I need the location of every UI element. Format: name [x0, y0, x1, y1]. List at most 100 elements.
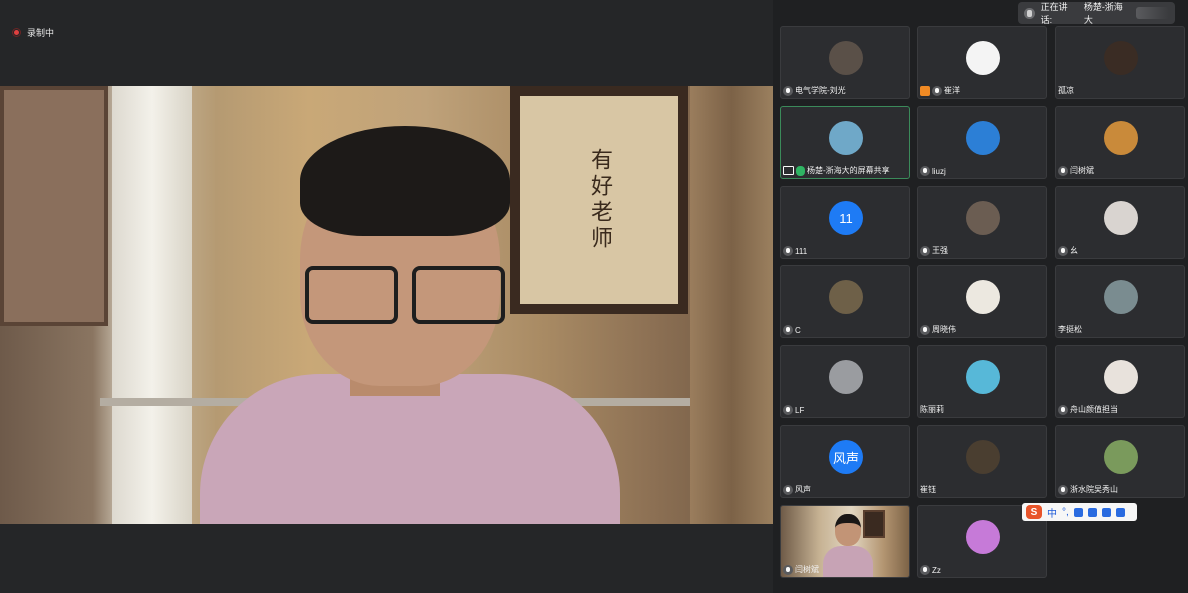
- participant-name: 周晓伟: [932, 325, 956, 334]
- participant-label: 孤凉: [1058, 85, 1074, 96]
- participant-tile[interactable]: liuzj: [917, 106, 1047, 179]
- mic-icon: [1058, 404, 1068, 415]
- participant-tile[interactable]: 舟山颜值担当: [1055, 345, 1185, 418]
- ime-keyboard-icon[interactable]: [1087, 507, 1097, 517]
- participant-avatar: [1104, 201, 1138, 235]
- speaking-name: 杨楚-浙海大: [1083, 2, 1123, 25]
- participant-name: 杨楚-浙海大的屏幕共享: [807, 166, 890, 175]
- speaker-glasses: [305, 266, 505, 324]
- participant-avatar: [829, 280, 863, 314]
- mic-icon: [1058, 245, 1068, 256]
- participant-tile[interactable]: 浙水院吴秀山: [1055, 425, 1185, 498]
- participant-tile[interactable]: LF: [780, 345, 910, 418]
- participant-avatar: [966, 201, 1000, 235]
- participant-name: 李挺松: [1058, 325, 1082, 334]
- ime-grid-icon[interactable]: [1115, 507, 1125, 517]
- participant-label: 舟山颜值担当: [1058, 404, 1118, 415]
- mic-icon: [783, 484, 793, 495]
- participant-label: 周晓伟: [920, 324, 956, 335]
- participant-tile[interactable]: 王强: [917, 186, 1047, 259]
- participant-label: 崔钰: [920, 484, 936, 495]
- mic-icon: [932, 85, 942, 96]
- participant-name: 风声: [795, 485, 811, 494]
- participant-tile[interactable]: 幺: [1055, 186, 1185, 259]
- speaking-fade: [1136, 7, 1169, 19]
- participant-name: 孤凉: [1058, 86, 1074, 95]
- participant-label: 111: [783, 246, 807, 256]
- participant-label: 浙水院吴秀山: [1058, 484, 1118, 495]
- participant-name: LF: [795, 405, 805, 415]
- participant-avatar: [1104, 121, 1138, 155]
- participant-label: liuzj: [920, 166, 946, 176]
- participant-label: 闫树斌: [1058, 165, 1094, 176]
- participant-tile[interactable]: 周晓伟: [917, 265, 1047, 338]
- speaker-hair: [300, 126, 510, 236]
- speaker-avatar-icon: [1024, 7, 1035, 19]
- participant-tile[interactable]: 杨楚-浙海大的屏幕共享: [780, 106, 910, 179]
- participant-avatar: [1104, 41, 1138, 75]
- window-background: [112, 86, 192, 524]
- ime-toolbar[interactable]: S 中 °,: [1022, 503, 1137, 521]
- curtain: [690, 86, 773, 524]
- mic-icon: [783, 85, 793, 96]
- recording-label: 录制中: [27, 28, 55, 38]
- ime-punct[interactable]: °,: [1062, 507, 1069, 518]
- participant-name: 舟山颜值担当: [1070, 405, 1118, 414]
- participant-tile[interactable]: C: [780, 265, 910, 338]
- record-dot-icon: [12, 28, 21, 37]
- participant-name: Zz: [932, 565, 941, 575]
- mic-icon: [920, 166, 930, 176]
- recording-indicator[interactable]: 录制中: [12, 26, 54, 39]
- participant-avatar: 风声: [829, 440, 863, 474]
- participant-avatar: [829, 121, 863, 155]
- participant-tile[interactable]: 崔钰: [917, 425, 1047, 498]
- participant-label: C: [783, 325, 801, 335]
- participant-tile[interactable]: 陈丽莉: [917, 345, 1047, 418]
- participant-name: C: [795, 325, 801, 335]
- participant-avatar: [829, 360, 863, 394]
- participant-label: LF: [783, 405, 804, 415]
- participant-avatar: [1104, 360, 1138, 394]
- participant-name: 幺: [1070, 246, 1078, 255]
- mic-icon: [783, 405, 793, 415]
- participant-name: 崔洋: [944, 86, 960, 95]
- mic-icon: [783, 564, 793, 575]
- ime-mode[interactable]: 中: [1047, 505, 1057, 520]
- participant-name: 闫树斌: [795, 565, 819, 574]
- speaker-person: [200, 126, 620, 524]
- participant-tile[interactable]: 11 111: [780, 186, 910, 259]
- main-video[interactable]: 有好老师: [0, 86, 773, 524]
- participant-label: 王强: [920, 245, 948, 256]
- participant-name: liuzj: [932, 166, 946, 176]
- participant-label: 陈丽莉: [920, 404, 944, 415]
- participant-name: 闫树斌: [1070, 166, 1094, 175]
- participant-avatar: [829, 41, 863, 75]
- speaking-indicator: 正在讲话: 杨楚-浙海大: [1018, 2, 1175, 25]
- participant-tile[interactable]: 闫树斌: [1055, 106, 1185, 179]
- participant-avatar: [1104, 440, 1138, 474]
- participant-label: 风声: [783, 484, 811, 495]
- participant-label: 杨楚-浙海大的屏幕共享: [783, 165, 890, 176]
- participant-tile[interactable]: 电气学院-刘光: [780, 26, 910, 99]
- self-head: [835, 514, 861, 546]
- participant-label: 幺: [1058, 245, 1078, 256]
- host-badge-icon: [920, 85, 930, 96]
- participant-label: 闫树斌: [783, 564, 819, 575]
- participant-tile[interactable]: 闫树斌: [780, 505, 910, 578]
- participant-tile[interactable]: 崔洋: [917, 26, 1047, 99]
- mic-icon: [783, 325, 793, 335]
- participant-name: 王强: [932, 246, 948, 255]
- screen-share-icon: [783, 166, 794, 175]
- participant-tile[interactable]: 风声 风声: [780, 425, 910, 498]
- ime-skin-icon[interactable]: [1101, 507, 1111, 517]
- self-frame: [863, 510, 885, 538]
- participant-name: 浙水院吴秀山: [1070, 485, 1118, 494]
- main-stage: 录制中 有好老师: [0, 0, 773, 593]
- participant-name: 陈丽莉: [920, 405, 944, 414]
- ime-mic-icon[interactable]: [1073, 507, 1083, 517]
- sogou-logo-icon[interactable]: S: [1026, 505, 1042, 519]
- speaker-shirt: [200, 374, 620, 524]
- participant-label: 李挺松: [1058, 324, 1082, 335]
- participant-tile[interactable]: 李挺松: [1055, 265, 1185, 338]
- participant-tile[interactable]: 孤凉: [1055, 26, 1185, 99]
